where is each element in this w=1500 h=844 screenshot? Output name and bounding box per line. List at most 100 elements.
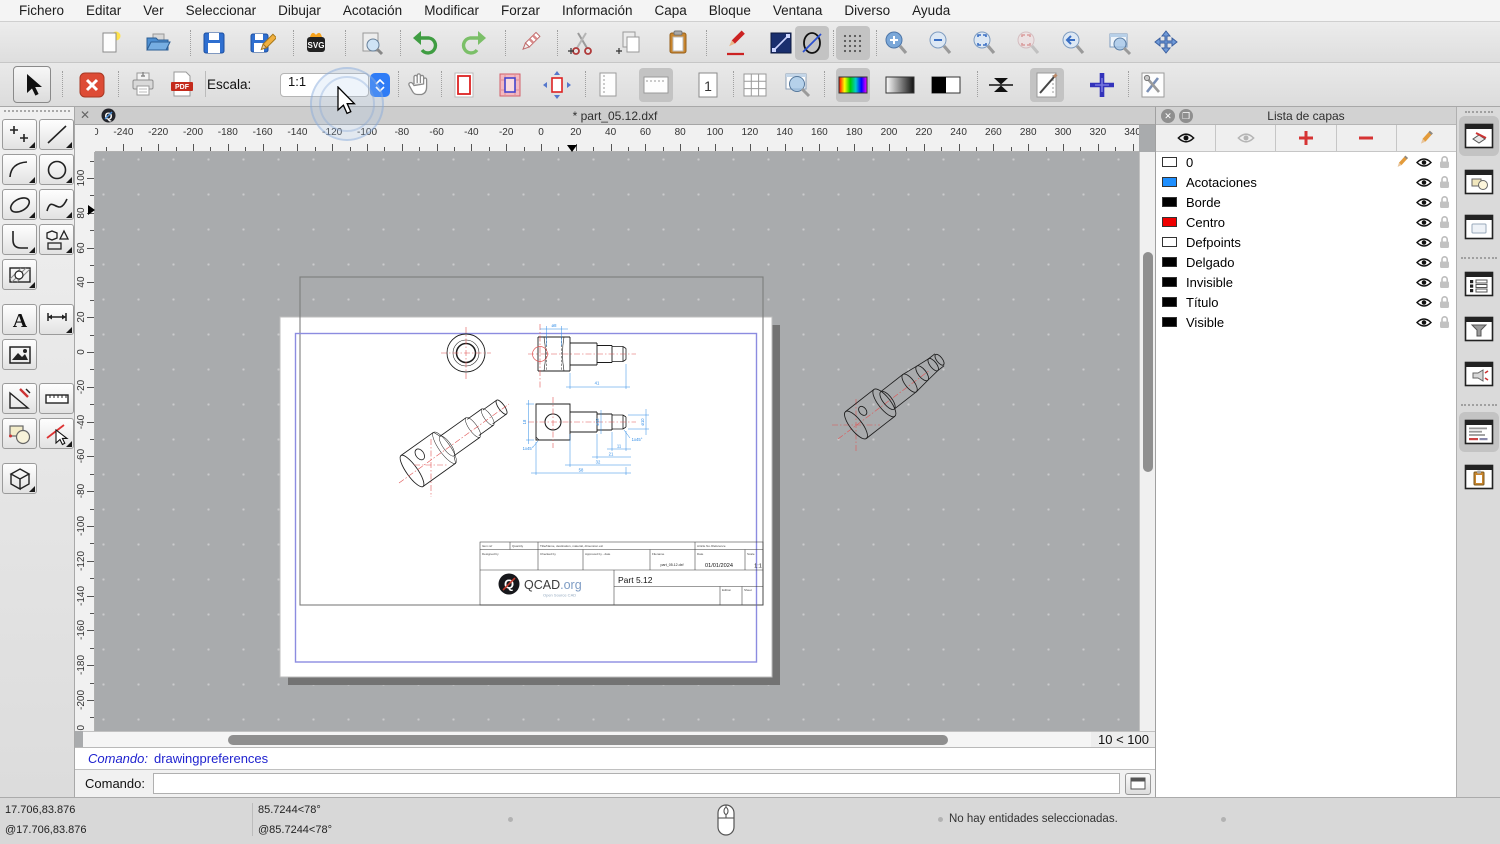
menu-item-11[interactable]: Ventana	[762, 3, 834, 18]
tool-arc-button[interactable]	[2, 154, 37, 185]
auto-fit-page-button[interactable]	[540, 68, 574, 102]
tool-measure-button[interactable]	[39, 383, 74, 414]
line-edit-button[interactable]	[764, 26, 798, 60]
layer-visible-icon[interactable]	[1416, 277, 1432, 288]
hide-all-layers-button[interactable]	[1216, 125, 1277, 151]
tool-block-button[interactable]	[2, 418, 37, 449]
layer-row-Centro[interactable]: Centro	[1156, 212, 1456, 232]
svg-export-button[interactable]: SVG	[299, 26, 333, 60]
blackwhite-button[interactable]	[929, 68, 963, 102]
close-drawing-button[interactable]	[75, 68, 109, 102]
show-all-layers-button[interactable]	[1156, 125, 1217, 151]
layer-lock-icon[interactable]	[1439, 215, 1450, 229]
menu-item-9[interactable]: Capa	[644, 3, 698, 18]
tool-solid-button[interactable]	[2, 463, 37, 494]
layer-lock-icon[interactable]	[1439, 235, 1450, 249]
zoom-out-button[interactable]	[923, 26, 957, 60]
multi-page-button[interactable]	[738, 68, 772, 102]
new-file-button[interactable]	[93, 26, 127, 60]
drawing-preferences-button[interactable]	[1030, 68, 1064, 102]
drawing-canvas[interactable]: -260-240-220-200-180-160-140-120-100-80-…	[75, 125, 1155, 747]
layer-row-Acotaciones[interactable]: Acotaciones	[1156, 172, 1456, 192]
layer-visible-icon[interactable]	[1416, 157, 1432, 168]
menu-item-8[interactable]: Información	[551, 3, 644, 18]
screen-linetypes-button[interactable]	[984, 68, 1018, 102]
command-options-button[interactable]	[1125, 772, 1151, 795]
remove-layer-button[interactable]	[1337, 125, 1397, 151]
dock-commands-button[interactable]	[1459, 354, 1499, 394]
tool-ellipse-button[interactable]	[2, 189, 37, 220]
zoom-previous-button[interactable]	[1056, 26, 1090, 60]
layer-lock-icon[interactable]	[1439, 175, 1450, 189]
paper-margins-button[interactable]	[493, 68, 527, 102]
tool-spline-button[interactable]	[39, 189, 74, 220]
pan-hand-button[interactable]	[402, 68, 436, 102]
tool-polyline-button[interactable]	[2, 224, 37, 255]
tool-modify-button[interactable]	[39, 418, 74, 449]
layer-lock-icon[interactable]	[1439, 315, 1450, 329]
copy-button[interactable]	[613, 26, 647, 60]
delete-button[interactable]	[513, 26, 547, 60]
menu-item-4[interactable]: Dibujar	[267, 3, 332, 18]
horizontal-scrollbar-thumb[interactable]	[228, 735, 948, 745]
developer-tools-button[interactable]	[1136, 68, 1170, 102]
print-preview-button[interactable]	[354, 26, 388, 60]
layer-lock-icon[interactable]	[1439, 275, 1450, 289]
fullcolor-button[interactable]	[836, 68, 870, 102]
tool-line-button[interactable]	[39, 119, 74, 150]
page-landscape-button[interactable]	[639, 68, 673, 102]
zoom-auto-button[interactable]	[967, 26, 1001, 60]
command-input[interactable]	[152, 773, 1120, 794]
layer-row-0[interactable]: 0	[1156, 152, 1456, 172]
paste-button[interactable]	[661, 26, 695, 60]
save-button[interactable]	[197, 26, 231, 60]
dock-properties-button[interactable]	[1459, 264, 1499, 304]
add-layer-button[interactable]	[1276, 125, 1337, 151]
dock-selection-filter-button[interactable]	[1459, 309, 1499, 349]
property-pencil-button[interactable]	[718, 26, 752, 60]
pan-button[interactable]	[1149, 26, 1183, 60]
add-point-button[interactable]	[1085, 68, 1119, 102]
layer-visible-icon[interactable]	[1416, 177, 1432, 188]
tool-shape-button[interactable]	[39, 224, 74, 255]
menu-item-6[interactable]: Modificar	[413, 3, 490, 18]
layer-visible-icon[interactable]	[1416, 297, 1432, 308]
menu-item-3[interactable]: Seleccionar	[175, 3, 268, 18]
zoom-in-button[interactable]	[879, 26, 913, 60]
layer-row-Invisible[interactable]: Invisible	[1156, 272, 1456, 292]
dock-views-button[interactable]	[1459, 207, 1499, 247]
dock-layers-button[interactable]	[1459, 116, 1499, 156]
tool-text-button[interactable]: A	[2, 304, 37, 335]
grid-toggle-button[interactable]	[836, 26, 870, 60]
zoom-selection-button[interactable]	[1011, 26, 1045, 60]
palette-handle[interactable]	[4, 110, 70, 112]
menu-item-1[interactable]: Editar	[75, 3, 132, 18]
undo-button[interactable]	[409, 26, 443, 60]
menu-item-12[interactable]: Diverso	[833, 3, 901, 18]
menu-item-2[interactable]: Ver	[132, 3, 174, 18]
single-page-button[interactable]: 1	[691, 68, 725, 102]
layer-lock-icon[interactable]	[1439, 295, 1450, 309]
layer-lock-icon[interactable]	[1439, 155, 1450, 169]
dock-clipboard-button[interactable]	[1459, 457, 1499, 497]
ellipse-modify-button[interactable]	[795, 26, 829, 60]
menu-item-0[interactable]: Fichero	[8, 3, 75, 18]
cut-button[interactable]	[565, 26, 599, 60]
vertical-scrollbar[interactable]	[1139, 152, 1155, 731]
drawing-viewport[interactable]: ø84118 ø12 ø101x45°1x45°11213258 Item re…	[95, 152, 1139, 731]
pointer-tool-button[interactable]	[13, 66, 51, 103]
layer-visible-icon[interactable]	[1416, 197, 1432, 208]
menu-item-7[interactable]: Forzar	[490, 3, 551, 18]
zoom-page-button[interactable]	[781, 68, 815, 102]
horizontal-scrollbar[interactable]	[83, 731, 1091, 747]
layer-visible-icon[interactable]	[1416, 237, 1432, 248]
redo-button[interactable]	[456, 26, 490, 60]
layer-visible-icon[interactable]	[1416, 217, 1432, 228]
layer-row-Título[interactable]: Título	[1156, 292, 1456, 312]
tool-image-button[interactable]	[2, 339, 37, 370]
dock-blocks-button[interactable]	[1459, 162, 1499, 202]
layer-row-Borde[interactable]: Borde	[1156, 192, 1456, 212]
tool-circle-button[interactable]	[39, 154, 74, 185]
dock-handle[interactable]	[1465, 111, 1493, 113]
tool-draw-misc-button[interactable]	[2, 383, 37, 414]
